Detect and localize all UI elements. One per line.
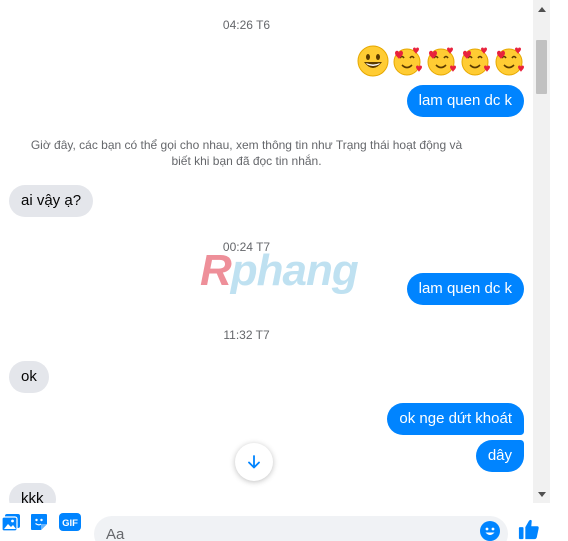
incoming-message[interactable]: ai vậy ạ? [9,185,94,217]
scroll-to-bottom-button[interactable] [235,443,273,481]
like-icon[interactable] [518,518,540,540]
system-notice-line: biết khi bạn đã đọc tin nhắn. [171,154,322,168]
svg-text:GIF: GIF [62,518,78,529]
system-notice-line: Giờ đây, các bạn có thể gọi cho nhau, xe… [30,138,463,152]
sticker-icon[interactable] [28,511,50,533]
emoji-picker-icon[interactable] [479,520,501,541]
scroll-down-arrow-icon[interactable] [533,486,550,503]
outgoing-message[interactable]: ok nge dứt khoát [387,403,524,435]
scroll-up-arrow-icon[interactable] [533,0,550,17]
outgoing-message[interactable]: lam quen dc k [406,273,524,305]
message-thread[interactable]: 04:26 T6 lam quen dc k Giờ đây, các bạn … [0,0,533,503]
message-composer: GIF [0,503,568,541]
emoji-message[interactable] [357,45,525,77]
photo-icon[interactable] [0,511,22,533]
scrollbar-thumb[interactable] [536,40,547,94]
outgoing-message[interactable]: lam quen dc k [406,85,524,117]
incoming-message[interactable]: ok [9,361,49,393]
timestamp: 11:32 T7 [223,328,270,342]
grinning-face-icon [357,45,389,77]
smiling-face-with-hearts-icon [427,47,456,76]
smiling-face-with-hearts-icon [393,47,422,76]
scrollbar[interactable] [533,0,550,503]
incoming-message[interactable]: kkk [9,483,56,503]
outgoing-message[interactable]: dây [475,440,524,472]
timestamp: 00:24 T7 [222,240,271,254]
gif-icon[interactable]: GIF [58,511,82,533]
timestamp: 04:26 T6 [222,18,271,32]
smiling-face-with-hearts-icon [461,47,490,76]
message-input[interactable] [94,516,508,541]
arrow-down-icon [248,455,260,469]
smiling-face-with-hearts-icon [495,47,524,76]
